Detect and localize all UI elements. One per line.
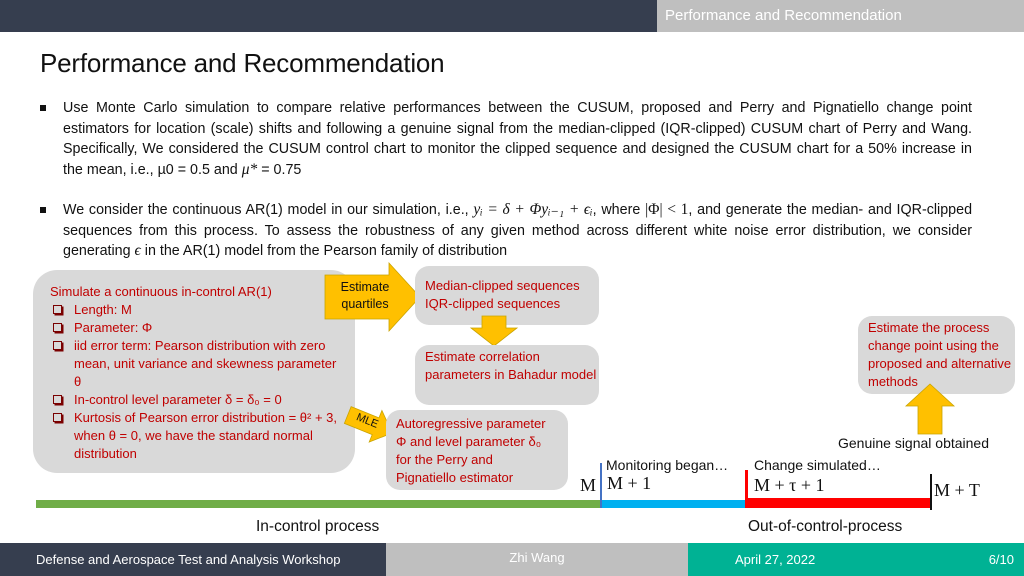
bullet-text: Use Monte Carlo simulation to compare re… [63,100,972,178]
footer-date: April 27, 2022 [735,552,816,567]
slide-title: Performance and Recommendation [40,48,445,78]
monitoring-began-label: Monitoring began… [606,457,729,473]
page-number: 6/10 [988,552,1014,567]
correlation-box: Estimate correlation parameters in Bahad… [415,345,599,405]
checkbox-icon [53,413,62,422]
monitoring-start-marker [600,463,602,508]
checkbox-icon [53,323,62,332]
checklist-item: iid error term: Pearson distribution wit… [50,337,345,391]
checklist-item: Kurtosis of Pearson error distribution =… [50,409,345,463]
estimate-quartiles-label: Estimate quartiles [340,280,390,311]
label-m-plus-1: M + 1 [607,473,652,493]
change-simulated-label: Change simulated… [754,457,881,473]
checklist-item: Length: M [50,301,345,319]
footer-author: Zhi Wang [386,543,688,576]
math-phi-condition: |Φ| < 1 [645,201,689,218]
simulate-ar1-box: Simulate a continuous in-control AR(1) L… [33,270,355,473]
checklist-item: In-control level parameter δ = δ₀ = 0 [50,391,345,409]
label-m: M [580,475,597,495]
genuine-signal-label: Genuine signal obtained [838,435,990,451]
footer-event: Defense and Aerospace Test and Analysis … [0,543,386,576]
out-of-control-process-label: Out-of-control-process [748,518,903,535]
math-ar1-equation: yᵢ = δ + Φyᵢ₋₁ + ϵᵢ [473,201,593,218]
checkbox-icon [53,341,62,350]
out-of-control-bar [746,498,931,508]
monitoring-bar [601,500,746,508]
bullet-marker [40,207,46,213]
section-label: Performance and Recommendation [657,0,1024,32]
in-control-bar [36,500,601,508]
checkbox-icon [53,395,62,404]
top-bar: Performance and Recommendation [0,0,1024,32]
label-m-tau-1: M + τ + 1 [754,475,825,495]
bullet-text: We consider the continuous AR(1) model i… [63,201,973,259]
simulate-heading: Simulate a continuous in-control AR(1) [50,284,272,299]
math-mu-star: μ* [241,160,258,178]
estimate-change-point-box: Estimate the process change point using … [858,316,1015,394]
bullet-monte-carlo: Use Monte Carlo simulation to compare re… [40,98,972,180]
autoregressive-parameter-box: Autoregressive parameter Φ and level par… [386,410,568,490]
in-control-process-label: In-control process [256,518,380,535]
label-m-plus-t: M + T [934,480,980,500]
up-arrow-icon [904,383,956,435]
footer-right: April 27, 2022 6/10 [688,543,1024,576]
checklist-item: Parameter: Φ [50,319,345,337]
down-arrow-icon [469,315,519,347]
end-marker [930,474,932,510]
bullet-ar1-model: We consider the continuous AR(1) model i… [40,200,972,262]
checkbox-icon [53,305,62,314]
change-point-marker [745,470,748,508]
bullet-marker [40,105,46,111]
